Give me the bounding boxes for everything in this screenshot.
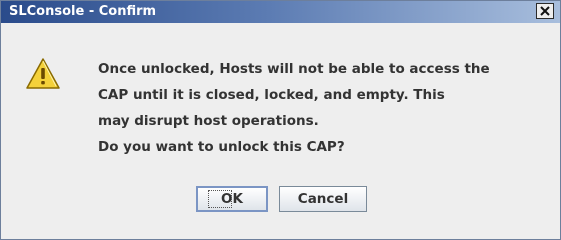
message-line: Do you want to unlock this CAP? (98, 139, 345, 155)
window-title: SLConsole - Confirm (9, 4, 157, 19)
message-line: may disrupt host operations. (98, 113, 319, 129)
message-line: CAP until it is closed, locked, and empt… (98, 87, 445, 103)
focus-ring (208, 190, 232, 208)
confirm-message: Once unlocked, Hosts will not be able to… (98, 56, 553, 160)
warning-icon (26, 58, 60, 89)
ok-button[interactable]: OK (196, 186, 268, 212)
close-icon (540, 6, 550, 16)
cancel-button[interactable]: Cancel (279, 186, 367, 212)
title-bar[interactable]: SLConsole - Confirm (1, 1, 560, 23)
cancel-button-label: Cancel (297, 191, 349, 207)
close-button[interactable] (536, 3, 554, 19)
confirm-dialog: SLConsole - Confirm Once unlocked, Hosts… (0, 0, 561, 240)
message-line: Once unlocked, Hosts will not be able to… (98, 61, 490, 77)
